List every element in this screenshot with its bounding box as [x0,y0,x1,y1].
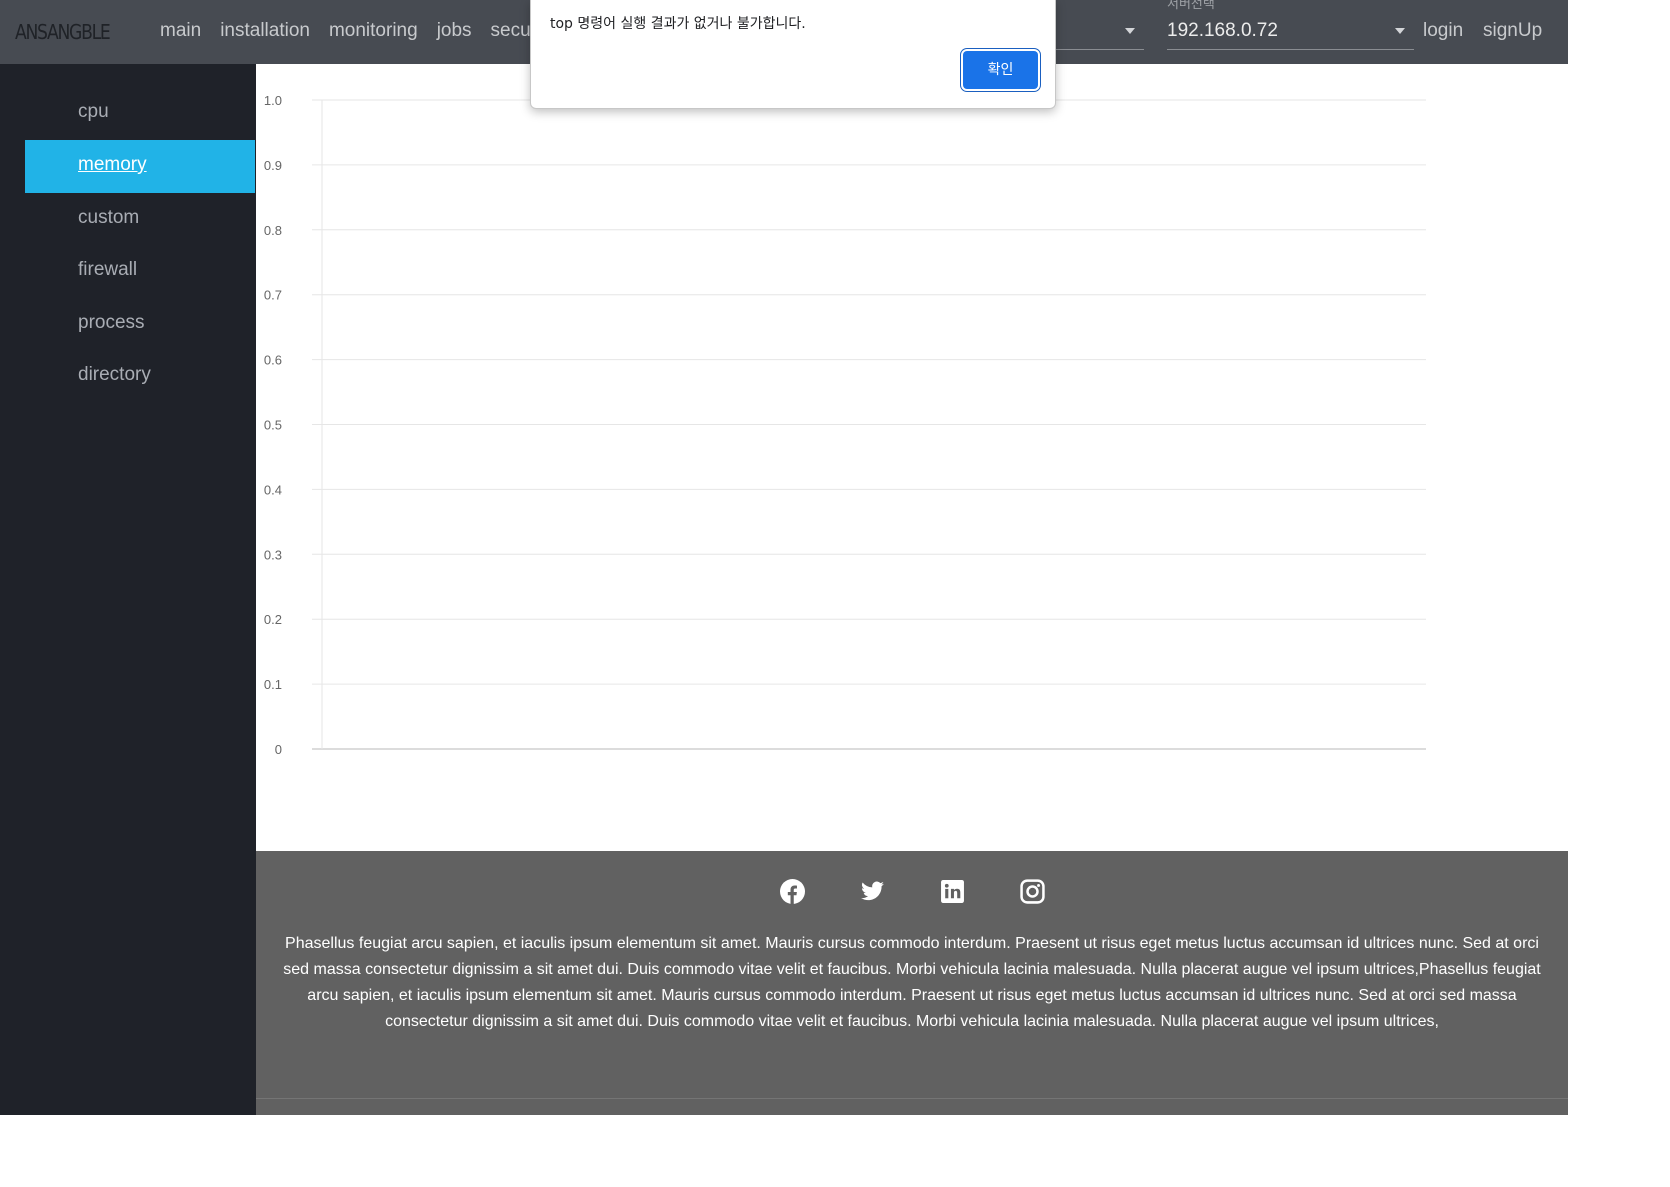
server-select-value: 192.168.0.72 [1167,20,1278,41]
chart-y-tick-label: 0.8 [264,223,282,238]
confirm-button[interactable]: 확인 [963,51,1038,89]
sidebar-item-label: firewall [78,259,138,280]
chart-y-tick-label: 0.1 [264,677,282,692]
sidebar-item-label: process [78,312,145,333]
facebook-icon[interactable] [779,879,805,904]
chart-y-tick-label: 0 [275,742,282,757]
chart-y-tick-label: 0.4 [264,482,282,497]
twitter-icon[interactable] [860,879,885,904]
sidebar-item-label: memory [78,154,147,175]
chart-y-tick-label: 0.2 [264,612,282,627]
chevron-down-icon [1395,28,1405,34]
chart-y-tick-label: 0.9 [264,158,282,173]
nav-monitoring[interactable]: monitoring [329,20,418,42]
main-nav: main installation monitoring jobs secu [160,20,531,42]
nav-main[interactable]: main [160,20,201,42]
chart-y-tick-label: 0.3 [264,547,282,562]
instagram-icon[interactable] [1019,879,1045,904]
alert-message: top 명령어 실행 결과가 없거나 불가합니다. [550,16,806,32]
server-select[interactable]: 서버선택 192.168.0.72 [1167,0,1414,50]
sidebar: cpu memory custom firewall process direc… [0,64,256,1115]
linkedin-icon[interactable] [940,879,965,904]
app-logo[interactable]: ANSANGBLE [15,20,111,44]
nav-jobs[interactable]: jobs [437,20,472,42]
server-select-label: 서버선택 [1167,0,1215,11]
sidebar-item-cpu[interactable]: cpu [25,87,255,140]
chart-y-tick-label: 0.5 [264,418,282,433]
social-links [256,879,1568,904]
sidebar-item-directory[interactable]: directory [25,350,255,403]
login-link[interactable]: login [1423,20,1463,42]
chart-y-tick-label: 0.7 [264,288,282,303]
sidebar-item-label: cpu [78,101,109,122]
sidebar-item-process[interactable]: process [25,298,255,351]
alert-dialog: top 명령어 실행 결과가 없거나 불가합니다. 확인 [530,0,1056,109]
chart-y-tick-label: 0.6 [264,353,282,368]
sidebar-item-label: directory [78,364,151,385]
footer-text: Phasellus feugiat arcu sapien, et iaculi… [283,935,1541,1030]
sidebar-item-custom[interactable]: custom [25,193,255,246]
footer: Phasellus feugiat arcu sapien, et iaculi… [256,851,1568,1115]
memory-chart: 0 0.1 0.2 0.3 0.4 0.5 0.6 0.7 0.8 0.9 1.0 [256,64,1568,851]
chart-y-tick-label: 1.0 [264,93,282,108]
sidebar-item-memory[interactable]: memory [25,140,255,193]
nav-installation[interactable]: installation [220,20,310,42]
chevron-down-icon [1125,28,1135,34]
signup-link[interactable]: signUp [1483,20,1542,42]
footer-divider [256,1098,1568,1099]
chart-svg: 0 0.1 0.2 0.3 0.4 0.5 0.6 0.7 0.8 0.9 1.0 [264,93,1426,757]
nav-security[interactable]: secu [491,20,531,42]
sidebar-item-firewall[interactable]: firewall [25,245,255,298]
sidebar-item-label: custom [78,207,140,228]
